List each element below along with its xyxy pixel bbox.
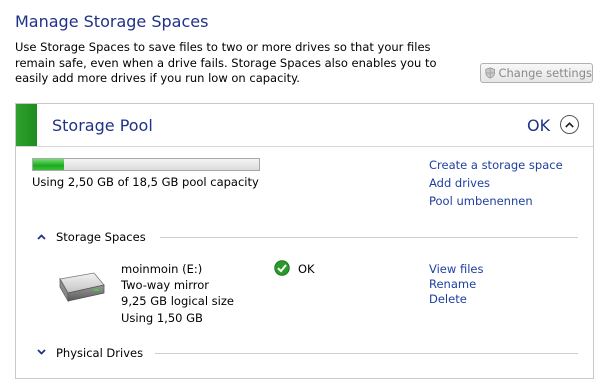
rename-pool-link[interactable]: Pool umbenennen [429, 194, 533, 208]
rename-space-link[interactable]: Rename [429, 277, 476, 291]
storage-space-resiliency: Two-way mirror [121, 278, 210, 292]
change-settings-button[interactable]: Change settings [480, 63, 593, 83]
change-settings-label: Change settings [498, 66, 592, 80]
collapse-pool-button[interactable] [560, 115, 579, 134]
pool-capacity-bar [32, 158, 260, 171]
view-files-link[interactable]: View files [429, 262, 483, 276]
create-storage-space-link[interactable]: Create a storage space [429, 158, 563, 172]
chevron-up-icon [565, 121, 574, 128]
page-description: Use Storage Spaces to save files to two … [15, 40, 437, 85]
storage-space-name: moinmoin (E:) [121, 262, 203, 276]
section-divider [155, 353, 578, 354]
storage-space-logical-size: 9,25 GB logical size [121, 294, 234, 308]
storage-pool-header[interactable]: Storage Pool OK [16, 104, 593, 147]
storage-spaces-window: Manage Storage Spaces Use Storage Spaces… [0, 0, 599, 385]
physical-drives-section-label[interactable]: Physical Drives [56, 346, 143, 360]
chevron-down-icon[interactable] [37, 349, 46, 355]
pool-capacity-fill [33, 159, 64, 170]
pool-name: Storage Pool [52, 116, 153, 135]
storage-pool-panel: Storage Pool OK Using 2,50 GB of 18,5 GB… [15, 103, 594, 379]
pool-status: OK [527, 116, 551, 135]
hard-drive-icon [59, 272, 105, 303]
storage-space-used: Using 1,50 GB [121, 311, 203, 325]
storage-space-status: OK [298, 262, 315, 276]
delete-space-link[interactable]: Delete [429, 292, 467, 306]
add-drives-link[interactable]: Add drives [429, 176, 490, 190]
uac-shield-icon [485, 67, 495, 79]
page-title: Manage Storage Spaces [15, 12, 209, 31]
storage-spaces-section-label[interactable]: Storage Spaces [56, 230, 146, 244]
chevron-up-icon[interactable] [37, 234, 46, 240]
pool-capacity-text: Using 2,50 GB of 18,5 GB pool capacity [32, 175, 259, 189]
pool-status-stripe [16, 104, 37, 146]
checkmark-icon [274, 260, 290, 276]
section-divider [160, 237, 578, 238]
